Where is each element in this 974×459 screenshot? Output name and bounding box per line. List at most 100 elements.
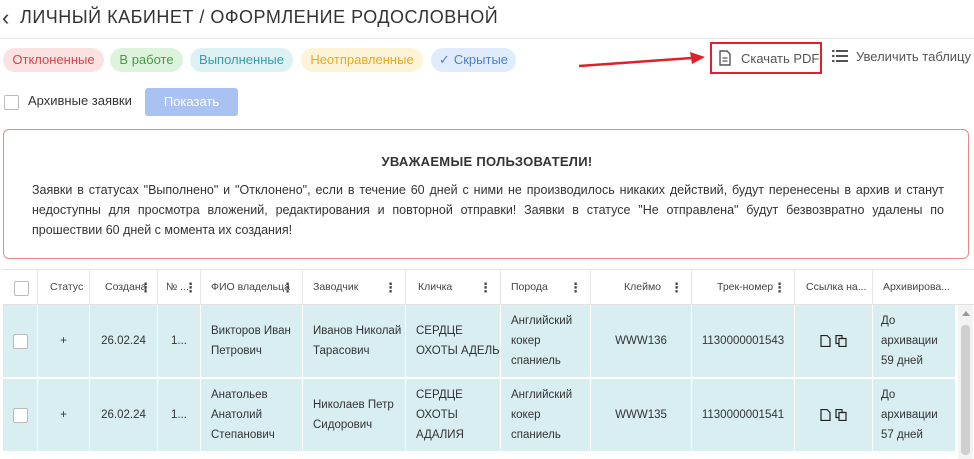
cell-track: 1130000001541 [692, 379, 795, 451]
row-checkbox[interactable] [12, 407, 28, 423]
copy-icon[interactable] [835, 409, 847, 421]
column-header-owner[interactable]: ФИО владельца ⋮ [201, 270, 303, 305]
table-scrollbar[interactable] [958, 305, 973, 459]
enlarge-table-label: Увеличить таблицу [856, 49, 972, 64]
cell-created: 26.02.24 [90, 379, 158, 451]
document-icon [719, 50, 731, 66]
cell-track: 1130000001543 [692, 305, 795, 377]
cell-breeder-text: Николаев Петр Сидорович [313, 399, 394, 431]
filter-chip-rejected[interactable]: Отклоненные [3, 48, 104, 72]
row-checkbox[interactable] [12, 333, 28, 349]
cell-breed: Английский кокер спаниель [501, 379, 591, 451]
header-divider [0, 38, 974, 39]
column-header-label: Архивирова... [883, 281, 951, 293]
select-all-checkbox[interactable] [14, 281, 29, 296]
filter-chip-hidden-label: Скрытые [453, 52, 509, 67]
cell-status: + [38, 305, 90, 377]
column-menu-icon[interactable]: ⋮ [184, 270, 197, 305]
cell-link [795, 379, 873, 451]
archive-checkbox[interactable] [4, 95, 19, 110]
notice-title: УВАЖАЕМЫЕ ПОЛЬЗОВАТЕЛИ! [381, 154, 593, 169]
copy-icon[interactable] [835, 335, 847, 347]
column-header-created[interactable]: Создана ⋮ [90, 270, 158, 305]
download-pdf-button[interactable]: Скачать PDF [710, 42, 822, 74]
show-button[interactable]: Показать [145, 88, 238, 116]
column-header-label: Кличка [418, 281, 453, 293]
column-menu-icon[interactable]: ⋮ [384, 270, 397, 305]
archive-checkbox-label: Архивные заявки [28, 93, 132, 108]
cell-name: СЕРДЦЕ ОХОТЫ АДЕЛЬ [406, 305, 501, 377]
cell-number: 1... [158, 379, 201, 451]
column-header-brand[interactable]: Клеймо ⋮ [591, 270, 692, 305]
cell-name: СЕРДЦЕ ОХОТЫ АДАЛИЯ [406, 379, 501, 451]
cell-status: + [38, 379, 90, 451]
scroll-thumb[interactable] [961, 325, 970, 455]
column-header-archive[interactable]: Архивирова... [873, 270, 958, 305]
column-menu-icon[interactable]: ⋮ [670, 270, 683, 305]
cell-breed-text: Английский кокер спаниель [511, 315, 573, 367]
column-menu-icon[interactable]: ⋮ [479, 270, 492, 305]
page-title: ЛИЧНЫЙ КАБИНЕТ / ОФОРМЛЕНИЕ РОДОСЛОВНОЙ [20, 7, 499, 27]
column-menu-icon[interactable]: ⋮ [773, 270, 786, 305]
column-header-status[interactable]: Статус [38, 270, 90, 305]
column-header-label: Статус [50, 281, 84, 293]
column-header-label: Порода [511, 281, 548, 293]
cell-created: 26.02.24 [90, 305, 158, 377]
table-header: Статус Создана ⋮ № ... ⋮ ФИО владельца ⋮… [3, 269, 974, 305]
cell-brand: WWW135 [591, 379, 692, 451]
column-menu-icon[interactable]: ⋮ [139, 270, 152, 305]
cell-breed: Английский кокер спаниель [501, 305, 591, 377]
column-header-link[interactable]: Ссылка на... [795, 270, 873, 305]
page-header: ‹ ЛИЧНЫЙ КАБИНЕТ / ОФОРМЛЕНИЕ РОДОСЛОВНО… [0, 0, 974, 40]
cell-link [795, 305, 873, 377]
column-header-breed[interactable]: Порода ⋮ [501, 270, 591, 305]
filter-chip-not-sent[interactable]: Неотправленные [301, 48, 423, 72]
column-header-number[interactable]: № ... ⋮ [158, 270, 201, 305]
cell-breeder-text: Иванов Николай Тарасович [313, 325, 402, 357]
cell-archive-text: До архивации 57 дней [881, 389, 938, 441]
cell-archive: До архивации 57 дней [873, 379, 955, 451]
filter-chip-in-work[interactable]: В работе [110, 48, 183, 72]
document-icon[interactable] [820, 335, 831, 347]
cell-name-text: СЕРДЦЕ ОХОТЫ АДЕЛЬ [416, 325, 500, 357]
column-menu-icon[interactable]: ⋮ [281, 270, 294, 305]
cell-owner-text: Анатольев Анатолий Степанович [211, 389, 275, 441]
check-icon: ✓ [438, 52, 450, 67]
cell-owner: Викторов Иван Петрович [201, 305, 303, 377]
column-header-label: Заводчик [313, 281, 359, 293]
cell-breed-text: Английский кокер спаниель [511, 389, 573, 441]
cell-owner: Анатольев Анатолий Степанович [201, 379, 303, 451]
filter-chip-hidden[interactable]: ✓ Скрытые [431, 48, 516, 72]
cell-breeder: Николаев Петр Сидорович [303, 379, 406, 451]
notice-banner: УВАЖАЕМЫЕ ПОЛЬЗОВАТЕЛИ! Заявки в статуса… [3, 129, 969, 259]
notice-text: Заявки в статусах "Выполнено" и "Отклоне… [32, 183, 944, 237]
list-icon [832, 50, 848, 62]
column-menu-icon[interactable]: ⋮ [569, 270, 582, 305]
column-header-label: Трек-номер [717, 281, 774, 293]
column-header-label: Ссылка на... [806, 281, 867, 293]
back-chevron-icon[interactable]: ‹ [2, 5, 9, 31]
table-row[interactable]: + 26.02.24 1... Анатольев Анатолий Степа… [3, 379, 955, 452]
cell-owner-text: Викторов Иван Петрович [211, 325, 291, 357]
requests-table: Статус Создана ⋮ № ... ⋮ ФИО владельца ⋮… [3, 269, 974, 459]
column-header-track[interactable]: Трек-номер ⋮ [692, 270, 795, 305]
row-select-cell [3, 379, 38, 451]
column-header-label: ФИО владельца [211, 281, 290, 293]
cell-archive: До архивации 59 дней [873, 305, 955, 377]
filter-chip-done[interactable]: Выполненные [190, 48, 293, 72]
column-header-breeder[interactable]: Заводчик ⋮ [303, 270, 406, 305]
cell-number: 1... [158, 305, 201, 377]
cell-archive-text: До архивации 59 дней [881, 315, 938, 367]
download-pdf-label: Скачать PDF [741, 51, 820, 66]
cell-brand: WWW136 [591, 305, 692, 377]
red-arrow-annotation [578, 52, 705, 68]
document-icon[interactable] [820, 409, 831, 421]
column-header-label: Клеймо [624, 281, 662, 293]
cell-breeder: Иванов Николай Тарасович [303, 305, 406, 377]
scroll-up-arrow-icon[interactable] [962, 311, 970, 316]
header-select-all [3, 270, 38, 305]
table-row[interactable]: + 26.02.24 1... Викторов Иван Петрович И… [3, 305, 955, 378]
cell-name-text: СЕРДЦЕ ОХОТЫ АДАЛИЯ [416, 389, 464, 441]
column-header-name[interactable]: Кличка ⋮ [406, 270, 501, 305]
row-select-cell [3, 305, 38, 377]
